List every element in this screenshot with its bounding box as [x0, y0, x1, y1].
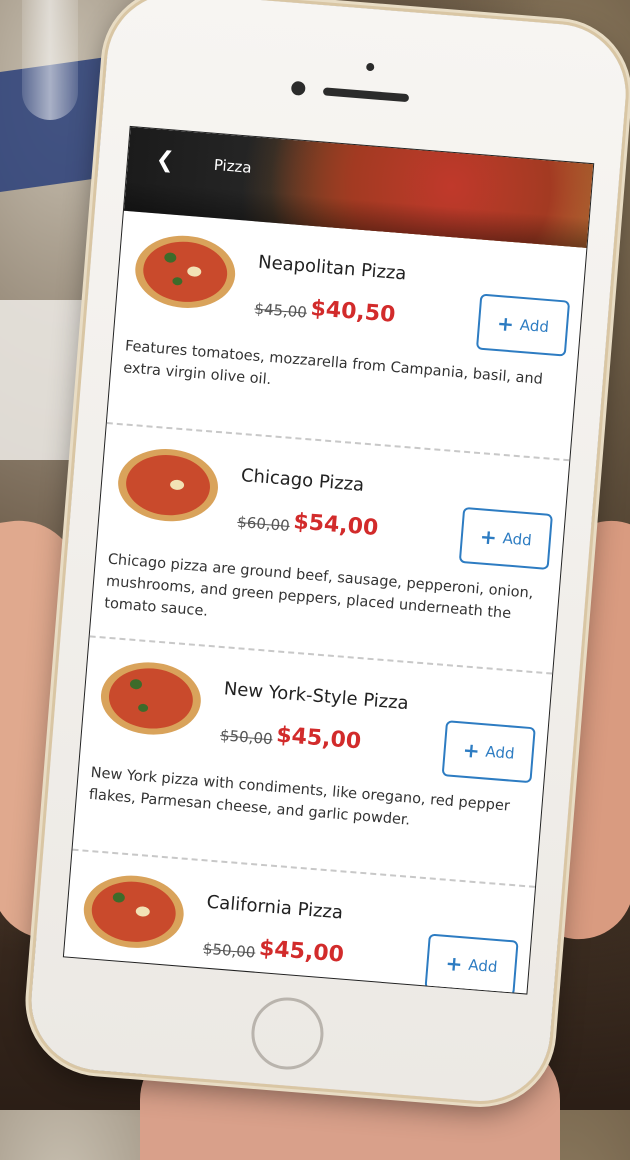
old-price: $60,00 [236, 512, 291, 536]
plus-icon: + [461, 737, 481, 763]
plus-icon: + [479, 524, 498, 550]
pizza-image [92, 652, 210, 745]
plus-icon: + [444, 950, 464, 977]
item-name: Chicago Pizza [240, 465, 365, 496]
list-item: New York-Style Pizza $50,00 $45,00 + Add… [72, 637, 553, 888]
item-name: California Pizza [205, 891, 344, 924]
item-name: Neapolitan Pizza [257, 251, 408, 285]
old-price: $50,00 [219, 726, 274, 749]
earpiece-speaker [322, 87, 410, 103]
app-screen: ❮ Pizza Neapolitan Pizza $45,00 $40,50 +… [62, 125, 595, 995]
new-price: $40,50 [309, 296, 397, 328]
add-label: Add [502, 529, 533, 550]
front-camera [290, 80, 306, 96]
pizza-image [75, 865, 193, 958]
list-item: Chicago Pizza $60,00 $54,00 + Add Chicag… [89, 424, 570, 675]
pizza-image [109, 439, 227, 532]
add-label: Add [519, 315, 550, 337]
chevron-left-icon[interactable]: ❮ [151, 147, 179, 175]
plus-icon: + [496, 311, 515, 337]
add-button[interactable]: + Add [424, 933, 519, 995]
item-name: New York-Style Pizza [223, 678, 410, 715]
list-item: Neapolitan Pizza $45,00 $40,50 + Add Fea… [106, 210, 587, 462]
background-glass [22, 0, 78, 120]
page-title: Pizza [213, 155, 253, 177]
old-price: $50,00 [202, 939, 257, 962]
add-label: Add [484, 742, 516, 763]
phone: ❮ Pizza Neapolitan Pizza $45,00 $40,50 +… [24, 0, 630, 1130]
pizza-image [126, 225, 244, 318]
add-button[interactable]: + Add [475, 293, 571, 357]
add-label: Add [467, 955, 499, 977]
add-button[interactable]: + Add [458, 506, 553, 570]
phone-body: ❮ Pizza Neapolitan Pizza $45,00 $40,50 +… [26, 0, 630, 1107]
old-price: $45,00 [253, 299, 308, 322]
add-button[interactable]: + Add [441, 720, 536, 784]
new-price: $45,00 [258, 935, 345, 968]
front-sensor [365, 62, 375, 72]
new-price: $54,00 [292, 509, 380, 542]
new-price: $45,00 [275, 722, 362, 755]
product-list: Neapolitan Pizza $45,00 $40,50 + Add Fea… [62, 210, 587, 995]
home-button[interactable] [248, 994, 327, 1073]
